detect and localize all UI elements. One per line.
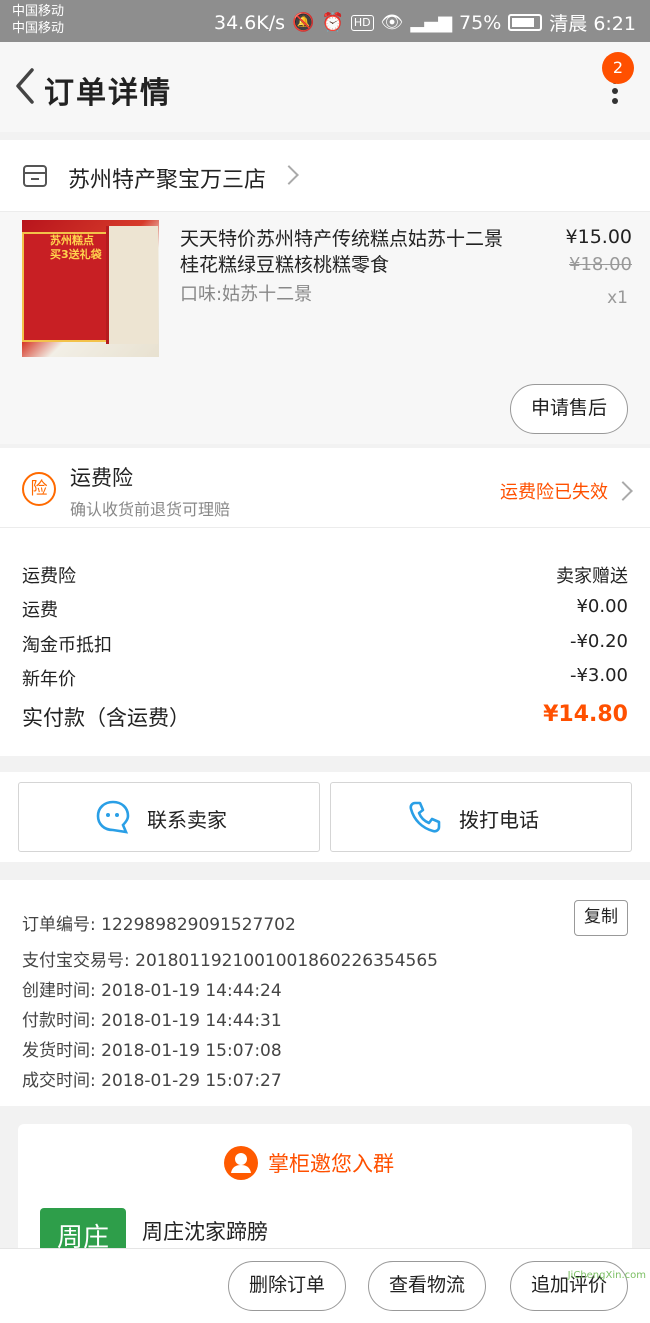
insurance-icon: 险 [22,472,56,506]
product-price: ¥15.00 [565,226,632,248]
created-time: 创建时间: 2018-01-19 14:44:24 [22,981,282,1001]
add-review-button[interactable]: 追加评价 [510,1261,628,1311]
carrier-label-1: 中国移动 [12,4,65,19]
product-original-price: ¥18.00 [569,254,632,275]
group-icon [224,1146,258,1180]
total-value: ¥14.80 [543,702,628,727]
contact-seller-button[interactable]: 联系卖家 [18,782,320,852]
battery-percent: 75% [459,11,502,34]
cost-row: 新年价 -¥3.00 [22,665,628,695]
cost-summary: 运费险 卖家赠送 运费 ¥0.00 淘金币抵扣 -¥0.20 新年价 -¥3.0… [0,528,650,756]
copy-button[interactable]: 复制 [574,900,628,936]
paid-time: 付款时间: 2018-01-19 14:44:31 [22,1011,282,1031]
product-image-caption: 苏州糕点 买3送礼袋 [50,234,102,261]
insurance-status: 运费险已失效 [500,482,608,503]
cost-value: ¥0.00 [576,596,628,617]
cost-value: -¥3.00 [569,665,628,686]
shop-name: 苏州特产聚宝万三店 [68,168,267,193]
mute-icon: 🔕 [292,12,315,33]
cost-row: 运费 ¥0.00 [22,596,628,626]
status-icons: 34.6K/s 🔕 ⏰ HD 👁 ▂▄▆ 75% 清晨 6:21 [214,9,636,36]
shipping-insurance-row[interactable]: 险 运费险 确认收货前退货可理赔 运费险已失效 [0,448,650,528]
alarm-icon: ⏰ [321,12,344,33]
product-quantity: x1 [607,288,628,308]
cost-label: 运费 [22,600,58,621]
network-speed: 34.6K/s [213,11,286,34]
page-title: 订单详情 [44,76,172,111]
eye-icon: 👁 [380,12,404,33]
group-name: 周庄沈家蹄膀 [142,1220,268,1244]
total-row: 实付款（含运费） ¥14.80 [22,702,628,732]
call-phone-label: 拨打电话 [459,808,539,832]
signal-icon: ▂▄▆ [410,12,453,33]
status-bar: 中国移动 中国移动 34.6K/s 🔕 ⏰ HD 👁 ▂▄▆ 75% 清晨 6:… [0,0,650,42]
contact-section: 联系卖家 拨打电话 [0,772,650,862]
hd-icon: HD [350,14,374,31]
view-logistics-button[interactable]: 查看物流 [368,1261,486,1311]
insurance-title: 运费险 [70,466,133,490]
shipped-time: 发货时间: 2018-01-19 15:07:08 [22,1041,282,1061]
order-info: 订单编号: 122989829091527702 支付宝交易号: 2018011… [0,880,650,1106]
bottom-action-bar: 删除订单 查看物流 追加评价 [0,1248,650,1323]
message-count-badge: 2 [602,52,634,84]
chat-bubble-icon [96,800,130,834]
group-title: 掌柜邀您入群 [268,1152,394,1176]
carrier-info: 中国移动 中国移动 [12,3,64,37]
delete-order-button[interactable]: 删除订单 [228,1261,346,1311]
clock: 清晨 6:21 [549,13,636,35]
cost-row: 淘金币抵扣 -¥0.20 [22,631,628,661]
cost-label: 新年价 [22,669,76,690]
product-image[interactable]: 苏州糕点 买3送礼袋 [22,220,159,357]
store-icon [23,165,47,187]
completed-time: 成交时间: 2018-01-29 15:07:27 [22,1071,282,1091]
insurance-subtitle: 确认收货前退货可理赔 [70,500,231,519]
cost-value: 卖家赠送 [556,566,628,587]
contact-seller-label: 联系卖家 [147,808,227,832]
cost-label: 淘金币抵扣 [22,635,112,656]
chevron-right-icon [279,165,299,185]
battery-icon [508,14,543,31]
shop-row[interactable]: 苏州特产聚宝万三店 [0,140,650,212]
total-label: 实付款（含运费） [22,706,190,730]
product-item: 苏州糕点 买3送礼袋 天天特价苏州特产传统糕点姑苏十二景桂花糕绿豆糕核桃糕零食 口… [0,212,650,444]
cost-label: 运费险 [22,566,76,587]
back-arrow-icon[interactable] [8,62,44,110]
cost-row: 运费险 卖家赠送 [22,562,628,592]
phone-icon [409,801,441,833]
product-title[interactable]: 天天特价苏州特产传统糕点姑苏十二景桂花糕绿豆糕核桃糕零食 [180,226,515,278]
after-sale-button[interactable]: 申请售后 [510,384,628,434]
call-phone-button[interactable]: 拨打电话 [330,782,632,852]
alipay-trade-number: 支付宝交易号: 2018011921001001860226354565 [22,951,438,971]
product-spec: 口味:姑苏十二景 [180,284,313,305]
nav-bar: 订单详情 2 [0,42,650,132]
chevron-right-icon [613,481,633,501]
cost-value: -¥0.20 [569,631,628,652]
watermark: JiChengXin.com [567,1270,646,1281]
order-number: 订单编号: 122989829091527702 [22,915,296,935]
carrier-label-2: 中国移动 [12,21,65,36]
